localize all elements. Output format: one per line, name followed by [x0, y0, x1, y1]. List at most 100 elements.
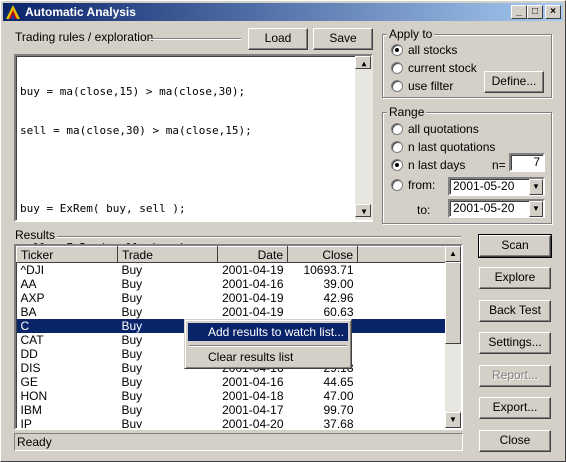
table-cell-filler	[358, 403, 446, 417]
scan-button[interactable]: Scan	[478, 234, 552, 258]
menu-separator	[189, 345, 347, 347]
table-cell-close: 37.68	[323, 417, 354, 430]
column-header-empty	[357, 246, 446, 263]
minimize-icon: _	[516, 6, 522, 17]
column-header-ticker[interactable]: Ticker	[16, 246, 118, 263]
formula-lines: buy = ma(close,15) > ma(close,30); sell …	[16, 56, 371, 254]
table-row[interactable]: AA Buy 2001-04-16 39.00	[17, 277, 446, 291]
settings-button[interactable]: Settings...	[479, 332, 551, 354]
table-cell-filler	[358, 361, 446, 375]
chevron-down-icon: ▼	[532, 204, 540, 213]
maximize-icon: □	[531, 6, 539, 17]
to-date-value: 2001-05-20	[453, 201, 515, 215]
table-row[interactable]: BA Buy 2001-04-19 60.63	[17, 305, 446, 319]
status-bar: Ready	[14, 433, 463, 451]
status-text: Ready	[17, 435, 52, 449]
close-button[interactable]: Close	[479, 430, 551, 452]
formula-line	[18, 163, 371, 176]
radio-current-stock[interactable]	[391, 62, 403, 74]
to-date-dropdown-button[interactable]: ▼	[529, 201, 543, 217]
to-date-picker[interactable]: 2001-05-20 ▼	[448, 199, 545, 218]
table-cell-date: 2001-04-18	[222, 389, 284, 403]
table-cell-date: 2001-04-19	[222, 263, 284, 277]
table-cell-ticker: BA	[20, 305, 37, 319]
range-label: Range	[387, 105, 427, 119]
table-row[interactable]: AXP Buy 2001-04-19 42.96	[17, 291, 446, 305]
menu-item-add-to-watch-list[interactable]: Add results to watch list...	[188, 323, 348, 341]
table-cell-trade: Buy	[121, 291, 143, 305]
table-cell-date: 2001-04-19	[222, 305, 284, 319]
table-row[interactable]: IBM Buy 2001-04-17 99.70	[17, 403, 446, 417]
n-label: n=	[492, 158, 506, 172]
minimize-button[interactable]: _	[511, 5, 527, 19]
radio-n-last-quotations[interactable]	[391, 141, 403, 153]
table-cell-close: 42.96	[323, 291, 354, 305]
table-cell-trade: Buy	[121, 417, 143, 430]
table-cell-close: 10693.71	[303, 263, 354, 277]
editor-scrollbar[interactable]: ▲ ▼	[355, 56, 373, 220]
settings-button-label: Settings...	[488, 335, 542, 349]
table-row[interactable]: HON Buy 2001-04-18 47.00	[17, 389, 446, 403]
results-header-row: Ticker Trade Date Close	[16, 246, 446, 263]
table-cell-date: 2001-04-19	[222, 291, 284, 305]
define-button-label: Define...	[491, 74, 537, 88]
load-button-label: Load	[264, 31, 292, 45]
close-icon: ×	[550, 6, 556, 17]
explore-button[interactable]: Explore	[479, 267, 551, 289]
apply-to-label: Apply to	[387, 27, 435, 41]
column-header-date[interactable]: Date	[217, 246, 288, 263]
table-cell-trade: Buy	[121, 305, 143, 319]
n-value-field[interactable]: 7	[509, 153, 545, 172]
table-cell-ticker: C	[16, 319, 118, 333]
table-cell-filler	[358, 277, 446, 291]
table-cell-date: 2001-04-16	[222, 375, 284, 389]
results-separator	[57, 236, 461, 238]
table-cell-filler	[358, 347, 446, 361]
results-scrollbar[interactable]: ▲ ▼	[445, 246, 461, 428]
table-row[interactable]: ^DJI Buy 2001-04-19 10693.71	[17, 263, 446, 278]
title-bar[interactable]: Automatic Analysis _ □ ×	[3, 3, 563, 21]
radio-n-last-days[interactable]	[391, 159, 403, 171]
export-button-label: Export...	[492, 400, 538, 414]
report-button-label: Report...	[491, 368, 539, 382]
table-cell-date: 2001-04-20	[222, 417, 284, 430]
export-button[interactable]: Export...	[479, 397, 551, 419]
save-button[interactable]: Save	[313, 28, 373, 50]
table-row[interactable]: IP Buy 2001-04-20 37.68	[17, 417, 446, 430]
arrow-down-icon: ▼	[361, 207, 367, 216]
report-button[interactable]: Report...	[479, 365, 551, 387]
arrow-up-icon: ▲	[361, 59, 367, 68]
table-cell-filler	[358, 333, 446, 347]
explore-button-label: Explore	[494, 270, 536, 284]
radio-use-filter[interactable]	[391, 80, 403, 92]
column-header-close[interactable]: Close	[287, 246, 358, 263]
results-scroll-down-button[interactable]: ▼	[445, 412, 461, 428]
close-window-button[interactable]: ×	[545, 5, 561, 19]
define-button[interactable]: Define...	[484, 71, 544, 93]
maximize-button[interactable]: □	[527, 5, 543, 19]
results-scroll-up-button[interactable]: ▲	[445, 246, 461, 262]
load-button[interactable]: Load	[248, 28, 308, 50]
table-row[interactable]: GE Buy 2001-04-16 44.65	[17, 375, 446, 389]
radio-all-stocks[interactable]	[391, 44, 403, 56]
table-cell-filler	[358, 305, 446, 319]
scroll-down-button[interactable]: ▼	[355, 204, 371, 217]
table-cell-close: 99.70	[323, 403, 354, 417]
radio-all-quotations[interactable]	[391, 123, 403, 135]
formula-editor[interactable]: buy = ma(close,15) > ma(close,30); sell …	[14, 54, 373, 254]
radio-from[interactable]	[391, 179, 403, 191]
menu-item-clear-results[interactable]: Clear results list	[188, 348, 348, 366]
n-last-quotations-label: n last quotations	[408, 140, 496, 154]
scroll-up-button[interactable]: ▲	[355, 56, 371, 69]
from-date-picker[interactable]: 2001-05-20 ▼	[448, 177, 545, 196]
table-cell-close: 44.65	[323, 375, 354, 389]
amibroker-logo-icon	[6, 5, 20, 19]
table-cell-filler	[358, 375, 446, 389]
context-menu: Add results to watch list... Clear resul…	[184, 319, 352, 369]
back-test-button[interactable]: Back Test	[479, 300, 551, 322]
column-header-trade[interactable]: Trade	[117, 246, 218, 263]
table-cell-ticker: DIS	[20, 361, 41, 375]
formula-line: buy = ExRem( buy, sell );	[20, 202, 186, 215]
results-scroll-thumb[interactable]	[445, 262, 461, 344]
from-date-dropdown-button[interactable]: ▼	[529, 179, 543, 195]
